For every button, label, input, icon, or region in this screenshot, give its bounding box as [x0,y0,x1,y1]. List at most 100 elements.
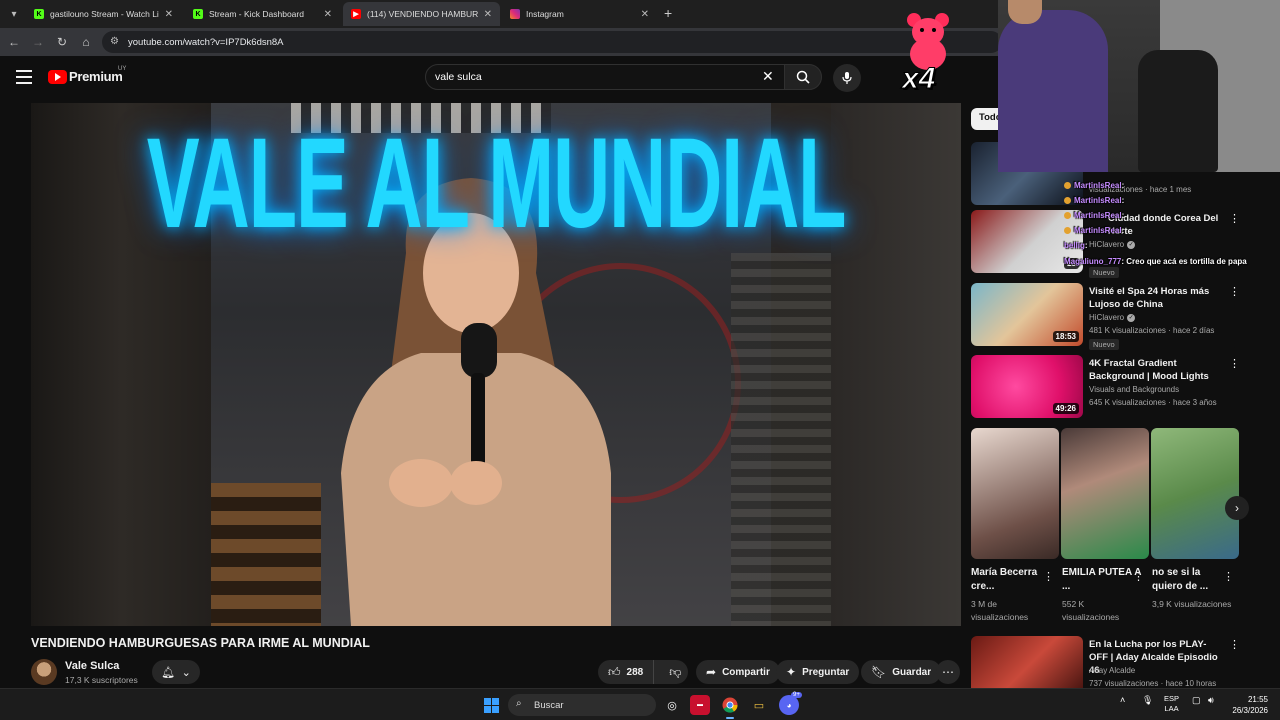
monitor-icon[interactable]: ▢ [1192,695,1201,706]
volume-icon[interactable]: 🔊︎ [1208,695,1214,706]
kebab-menu-icon[interactable]: ⋮ [1229,357,1240,370]
windows-taskbar: ⌕ Buscar ◎ ▬ ▭ ◕ 9+ ˄ 🎙︎ ESP LAA ▢ 🔊︎ 21… [0,688,1280,720]
clock-date: 26/3/2026 [1232,706,1268,715]
search-icon: ⌕ [516,698,522,709]
short-thumbnail[interactable] [1061,428,1149,559]
subscription-bell-button[interactable]: 🔔︎ ⌄ [152,660,200,684]
close-icon[interactable]: ✕ [484,9,492,20]
recommendation-item[interactable]: 49:26 4K Fractal Gradient Background | M… [971,355,1241,419]
kebab-menu-icon[interactable]: ⋮ [1043,570,1054,583]
search-input[interactable]: vale sulca [425,64,785,90]
chrome-icon[interactable] [720,695,740,719]
kebab-menu-icon[interactable]: ⋮ [1229,638,1240,651]
search-icon [796,70,810,84]
short-thumbnail[interactable] [971,428,1059,559]
url-text: youtube.com/watch?v=IP7Dk6dsn8A [128,36,284,48]
new-badge: Nuevo [1089,267,1119,278]
badge-icon [1064,227,1071,235]
dislike-button[interactable]: 👎︎ [660,665,690,680]
kebab-menu-icon[interactable]: ⋮ [1133,570,1144,583]
tab-title: Instagram [526,9,564,19]
taskbar-search[interactable]: ⌕ Buscar [508,694,656,716]
like-dislike-group: 👍︎ 288 👎︎ [598,660,688,684]
news-app-icon[interactable]: ▬ [690,695,710,715]
tab-youtube-video[interactable]: ▶ (114) VENDIENDO HAMBURGUESAS ✕ [343,2,500,26]
subscriber-count: 17,3 K suscriptores [65,675,138,685]
tray-overflow-icon[interactable]: ˄ [1120,695,1125,705]
kebab-menu-icon[interactable]: ⋮ [1229,285,1240,298]
thumbs-up-icon: 👍︎ [608,664,621,679]
chat-text: : [1121,226,1125,235]
sparkle-icon: ✦ [786,665,797,679]
forward-icon[interactable]: → [30,34,46,50]
verified-icon: ✓ [1127,313,1136,322]
short-thumbnail[interactable] [1151,428,1239,559]
channel-name: HiClavero [1089,313,1125,322]
video-player[interactable]: VALE AL MUNDIAL [31,103,961,626]
video-duration: 18:53 [1052,331,1079,342]
new-tab-button[interactable]: + [664,5,672,21]
channel-avatar[interactable] [31,659,57,685]
youtube-play-icon [48,69,67,84]
chat-message: MartinIsReal: [1064,196,1124,205]
close-icon[interactable]: ✕ [165,9,173,20]
chat-message: MartinIsReal: [1064,211,1124,220]
more-actions-icon[interactable]: ⋯ [936,660,960,684]
discord-icon[interactable]: ◕ [779,695,799,715]
tab-search-icon[interactable]: ▾ [4,4,24,24]
like-button[interactable]: 👍︎ 288 [598,660,655,684]
address-bar[interactable]: ⚙ youtube.com/watch?v=IP7Dk6dsn8A [102,31,1002,53]
chat-text: : Creo que acá es tortilla de papa [1121,257,1247,266]
streamer-head [1008,0,1042,24]
video-title: VENDIENDO HAMBURGUESAS PARA IRME AL MUND… [31,636,370,650]
copilot-icon[interactable]: ◎ [662,695,682,715]
kick-icon: K [34,9,44,19]
taskbar-search-label: Buscar [534,699,564,711]
video-duration: 49:26 [1052,403,1079,414]
microphone-icon[interactable]: 🎙︎ [1142,695,1153,706]
voice-search-button[interactable] [833,64,861,92]
youtube-logo[interactable]: Premium [48,69,123,84]
recommendation-item[interactable]: En la Lucha por los PLAY-OFF | Aday Alca… [971,636,1241,688]
tab-kick-stream[interactable]: K gastilouno Stream - Watch Live ✕ [26,2,181,26]
badge-icon [1064,212,1071,220]
microphone-icon [842,72,852,84]
video-meta: 737 visualizaciones · hace 10 horas [1089,679,1217,688]
close-icon[interactable]: ✕ [324,9,332,20]
chevron-right-icon[interactable]: › [1225,496,1249,520]
home-icon[interactable]: ⌂ [78,34,94,50]
file-explorer-icon[interactable]: ▭ [749,695,769,715]
chat-message: MartinIsReal: [1064,181,1124,190]
brand-label: Premium [69,69,123,84]
site-info-icon[interactable]: ⚙ [110,36,122,48]
close-icon[interactable]: ✕ [641,9,649,20]
share-button[interactable]: ➦ Compartir [696,660,780,684]
chat-text: : [1121,211,1125,220]
back-icon[interactable]: ← [6,34,22,50]
ask-button[interactable]: ✦ Preguntar [776,660,860,684]
tab-instagram[interactable]: Instagram ✕ [502,2,657,26]
kebab-menu-icon[interactable]: ⋮ [1229,212,1240,225]
search-button[interactable] [784,64,822,90]
recommendation-item[interactable]: 18:53 Visité el Spa 24 Horas más Lujoso … [971,283,1241,350]
video-title: Visité el Spa 24 Horas más Lujoso de Chi… [1089,286,1210,310]
chrome-logo [722,697,738,713]
country-code: UY [118,66,127,72]
language-indicator[interactable]: ESP LAA [1164,694,1179,714]
reload-icon[interactable]: ↻ [54,34,70,50]
channel-line: HiClavero ✓ [1089,240,1136,249]
kick-icon: K [193,9,203,19]
channel-line: HiClavero ✓ [1089,313,1136,322]
tab-title: Stream - Kick Dashboard [209,9,304,19]
windows-start-icon[interactable] [484,698,499,713]
tab-kick-dashboard[interactable]: K Stream - Kick Dashboard ✕ [185,2,340,26]
system-clock[interactable]: 21:55 26/3/2026 [1226,694,1268,716]
ask-label: Preguntar [802,666,850,678]
clear-search-icon[interactable]: ✕ [762,68,774,85]
channel-name[interactable]: Vale Sulca [65,660,119,672]
menu-icon[interactable] [16,70,32,84]
video-title: 4K Fractal Gradient Background | Mood Li… [1089,358,1209,382]
kebab-menu-icon[interactable]: ⋮ [1223,570,1234,583]
chat-user: MartinIsReal [1074,196,1122,205]
save-button[interactable]: 🔖︎ Guardar [861,660,942,684]
